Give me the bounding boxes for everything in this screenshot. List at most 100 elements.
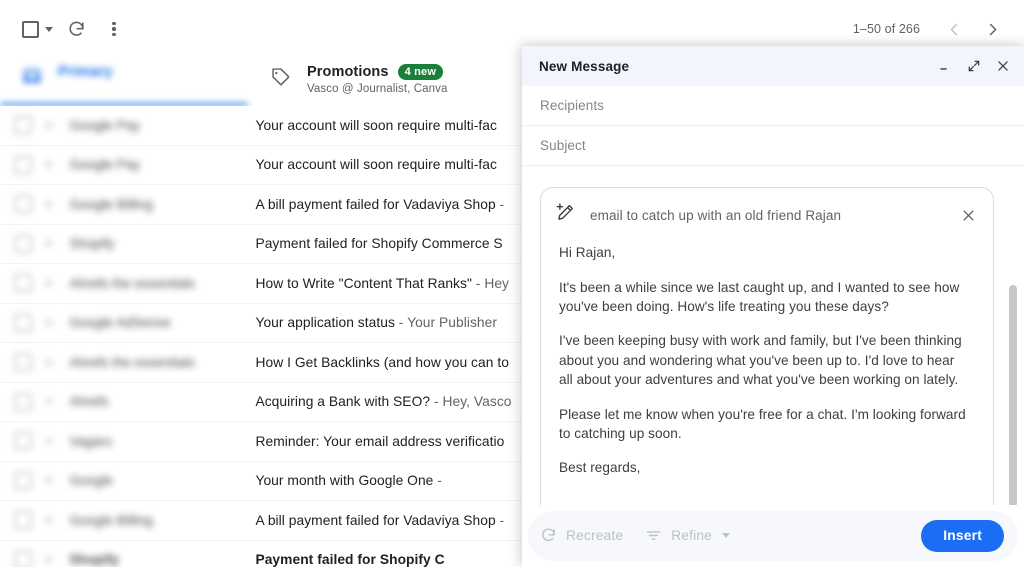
compose-title: New Message [539,58,630,74]
insert-button[interactable]: Insert [921,520,1004,552]
row-checkbox[interactable] [14,116,32,135]
chevron-down-icon[interactable] [45,26,53,32]
generated-draft-text: Hi Rajan, It's been a while since we las… [541,234,993,478]
tab-promotions[interactable]: Promotions 4 new Vasco @ Journalist, Can… [248,52,528,106]
draft-paragraph: Hi Rajan, [559,245,616,260]
row-meta: ★ Ahrefs the essentials [14,274,239,293]
star-icon[interactable]: ★ [42,434,55,449]
tab-promotions-text: Promotions 4 new Vasco @ Journalist, Can… [307,64,448,95]
row-checkbox[interactable] [14,432,32,451]
compose-window-controls [936,57,1012,75]
expand-button[interactable] [965,57,983,75]
email-sender: Google Pay [69,157,140,173]
row-checkbox[interactable] [14,234,32,253]
row-meta: ★ Ahrefs the essentials [14,353,239,372]
email-sender: Ahrefs the essentials [69,354,195,370]
row-meta: ★ Google [14,471,239,490]
snippet-text: - Your Publisher [394,315,498,331]
chevron-left-icon [950,23,957,35]
compose-body: email to catch up with an old friend Raj… [522,166,1024,505]
close-icon [998,61,1008,71]
tag-icon [270,66,291,92]
subject-text: Payment failed for Shopify C [255,552,445,567]
tab-primary[interactable]: Primary [0,52,248,106]
recipients-placeholder: Recipients [540,98,605,113]
subject-text: Reminder: Your email address verificatio [255,433,505,449]
snippet-text: - [495,196,505,212]
compose-footer: Recreate Refine Insert [522,505,1024,567]
row-checkbox[interactable] [14,195,32,214]
select-all-checkbox-icon[interactable] [22,20,39,38]
recipients-field[interactable]: Recipients [522,86,1024,126]
refresh-button[interactable] [59,12,93,46]
close-button[interactable] [994,57,1012,75]
toolbar-left-actions [0,12,131,46]
dismiss-draft-button[interactable] [959,206,977,224]
prev-page-button[interactable] [936,11,972,47]
subject-text: Your application status [255,315,395,331]
star-icon[interactable]: ★ [42,394,55,409]
row-checkbox[interactable] [14,313,32,332]
recreate-label: Recreate [566,528,624,544]
next-page-button[interactable] [974,11,1010,47]
star-icon[interactable]: ★ [42,315,55,330]
subject-placeholder: Subject [540,138,586,153]
star-icon[interactable]: ★ [42,473,55,488]
generated-prompt-row: email to catch up with an old friend Raj… [541,188,993,234]
row-meta: ★ Google Pay [14,155,239,174]
subject-text: How to Write "Content That Ranks" [255,275,472,291]
tune-icon [645,527,662,544]
chevron-down-icon[interactable] [721,533,730,539]
chevron-right-icon [989,23,996,35]
refine-label: Refine [671,528,712,544]
star-icon[interactable]: ★ [42,355,55,370]
row-meta: ★ Ahrefs [14,392,239,411]
tab-primary-label: Primary [58,64,113,80]
snippet-text: - Hey [471,275,510,291]
star-icon[interactable]: ★ [42,236,55,251]
draft-paragraph: It's been a while since we last caught u… [559,279,960,315]
email-sender: Ahrefs [69,394,109,410]
star-icon[interactable]: ★ [42,552,55,567]
tab-promotions-label: Promotions [307,64,389,80]
row-meta: ★ Google Billing [14,511,239,530]
star-icon[interactable]: ★ [42,276,55,291]
subject-text: Acquiring a Bank with SEO? [255,394,431,410]
star-icon[interactable]: ★ [42,157,55,172]
row-checkbox[interactable] [14,550,32,567]
minimize-button[interactable] [936,57,954,75]
row-checkbox[interactable] [14,511,32,530]
row-checkbox[interactable] [14,274,32,293]
row-meta: ★ Google AdSense [14,313,239,332]
draft-paragraph: Please let me know when you're free for … [559,406,966,442]
subject-text: Your account will soon require multi-fac [255,117,497,133]
row-checkbox[interactable] [14,392,32,411]
tab-primary-text: Primary [58,64,113,80]
email-sender: Vagaro [69,433,112,449]
star-icon[interactable]: ★ [42,513,55,528]
row-checkbox[interactable] [14,155,32,174]
email-sender: Ahrefs the essentials [69,275,195,291]
row-checkbox[interactable] [14,471,32,490]
draft-paragraph: Best regards, [559,460,641,476]
row-meta: ★ Shopify [14,550,239,567]
row-checkbox[interactable] [14,353,32,372]
compose-scrollbar[interactable] [1009,172,1017,505]
more-options-button[interactable] [97,12,131,46]
scrollbar-thumb[interactable] [1009,285,1017,505]
row-meta: ★ Vagaro [14,432,239,451]
magic-pen-icon [555,202,576,228]
footer-actions: Recreate Refine Insert [540,520,1004,552]
select-all-control[interactable] [16,20,55,38]
more-vertical-icon [112,21,116,37]
subject-text: A bill payment failed for Vadaviya Shop [255,512,496,528]
snippet-text: - [433,473,442,489]
refine-button[interactable]: Refine [645,527,730,544]
inbox-icon [22,66,42,91]
recreate-button[interactable]: Recreate [540,527,623,544]
star-icon[interactable]: ★ [42,197,55,212]
close-icon [963,210,973,220]
subject-field[interactable]: Subject [522,126,1024,166]
star-icon[interactable]: ★ [42,118,55,133]
toolbar-right-actions: 1–50 of 266 [853,11,1024,47]
